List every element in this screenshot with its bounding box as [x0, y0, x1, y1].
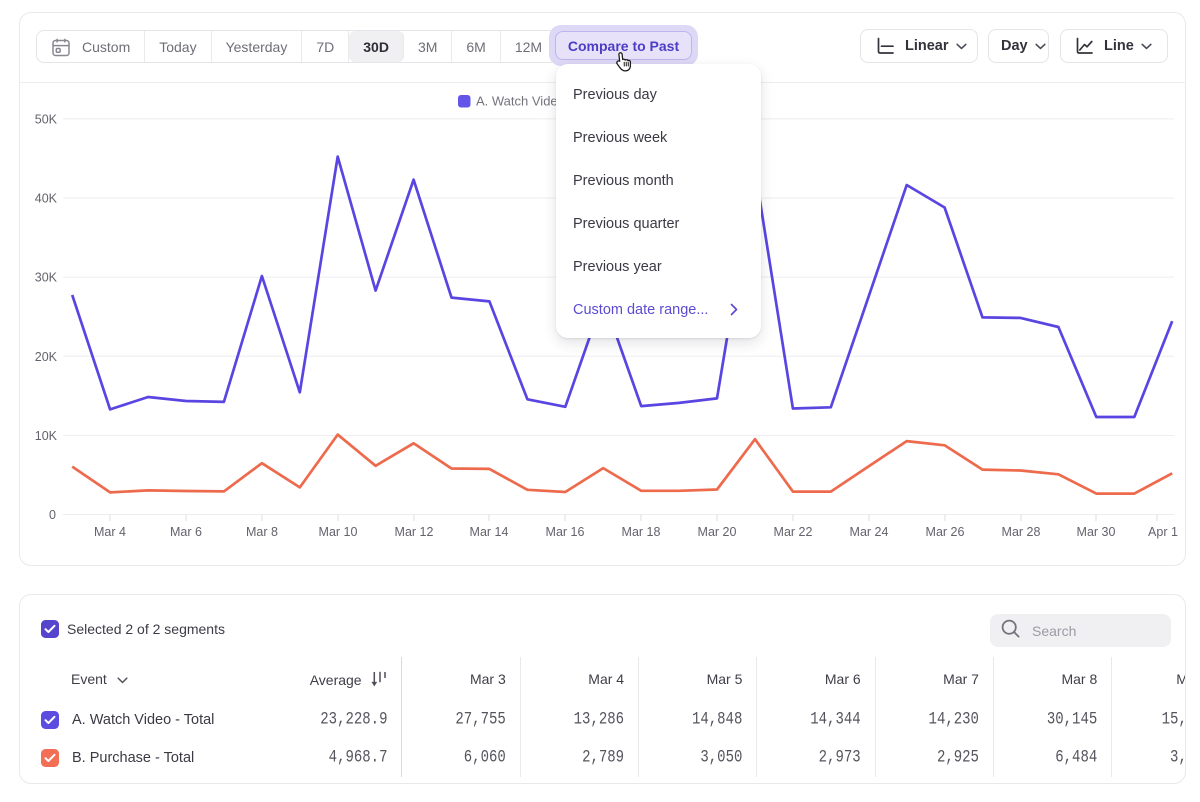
svg-text:Mar 14: Mar 14 — [470, 525, 509, 539]
svg-text:Mar 12: Mar 12 — [395, 525, 434, 539]
svg-text:30K: 30K — [35, 271, 58, 285]
svg-text:Mar 4: Mar 4 — [94, 525, 126, 539]
svg-text:Mar 28: Mar 28 — [1002, 525, 1041, 539]
svg-text:10K: 10K — [35, 429, 58, 443]
svg-text:40K: 40K — [35, 192, 58, 206]
svg-text:50K: 50K — [35, 112, 58, 126]
svg-text:Mar 24: Mar 24 — [850, 525, 889, 539]
svg-text:Mar 22: Mar 22 — [774, 525, 813, 539]
svg-text:Mar 30: Mar 30 — [1077, 525, 1116, 539]
svg-text:Mar 18: Mar 18 — [622, 525, 661, 539]
svg-text:Mar 16: Mar 16 — [546, 525, 585, 539]
svg-text:0: 0 — [49, 508, 56, 522]
svg-text:Mar 8: Mar 8 — [246, 525, 278, 539]
svg-text:Mar 26: Mar 26 — [926, 525, 965, 539]
svg-text:Mar 20: Mar 20 — [698, 525, 737, 539]
svg-text:Apr 1: Apr 1 — [1148, 525, 1178, 539]
svg-text:20K: 20K — [35, 350, 58, 364]
svg-text:Mar 10: Mar 10 — [319, 525, 358, 539]
svg-text:Mar 6: Mar 6 — [170, 525, 202, 539]
